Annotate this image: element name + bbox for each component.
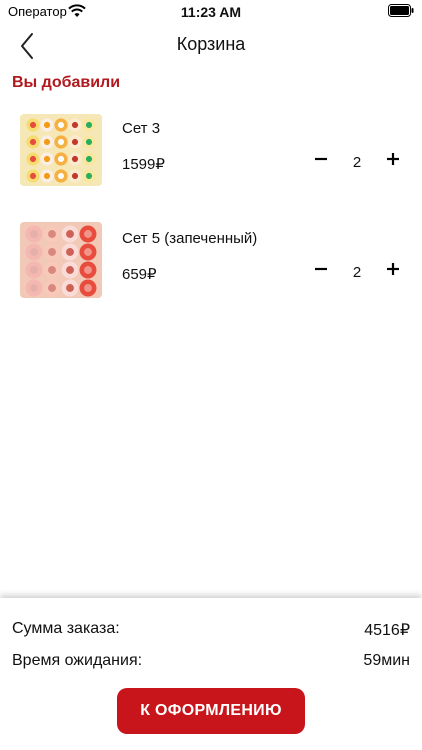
- item-name: Сет 5 (запеченный): [122, 230, 258, 247]
- quantity-value: 2: [352, 264, 362, 281]
- increase-quantity-button[interactable]: [380, 146, 406, 172]
- wait-time-value: 59мин: [363, 652, 410, 669]
- cart-item: Сет 5 (запеченный) 659₽ 2: [0, 220, 422, 310]
- quantity-value: 2: [352, 154, 362, 171]
- increase-quantity-button[interactable]: [380, 256, 406, 282]
- item-name: Сет 3: [122, 120, 161, 137]
- section-title: Вы добавили: [12, 74, 121, 91]
- item-price: 659₽: [122, 266, 157, 283]
- sushi-set-image: [20, 114, 102, 186]
- order-total-value: 4516₽: [364, 622, 410, 639]
- sushi-set-image: [20, 222, 102, 298]
- status-bar: Оператор 11:23 AM: [0, 0, 422, 24]
- battery-icon: [388, 4, 414, 17]
- order-summary-panel: Сумма заказа: 4516₽ Время ожидания: 59ми…: [0, 598, 422, 750]
- item-price: 1599₽: [122, 156, 165, 173]
- checkout-button[interactable]: К ОФОРМЛЕНИЮ: [117, 688, 305, 734]
- decrease-quantity-button[interactable]: [308, 146, 334, 172]
- page-title: Корзина: [176, 34, 246, 54]
- navigation-bar: Корзина: [0, 24, 422, 68]
- wait-time-label: Время ожидания:: [12, 652, 143, 669]
- decrease-quantity-button[interactable]: [308, 256, 334, 282]
- cart-item: Сет 3 1599₽ 2: [0, 110, 422, 200]
- order-total-label: Сумма заказа:: [12, 620, 120, 637]
- status-time: 11:23 AM: [180, 4, 242, 20]
